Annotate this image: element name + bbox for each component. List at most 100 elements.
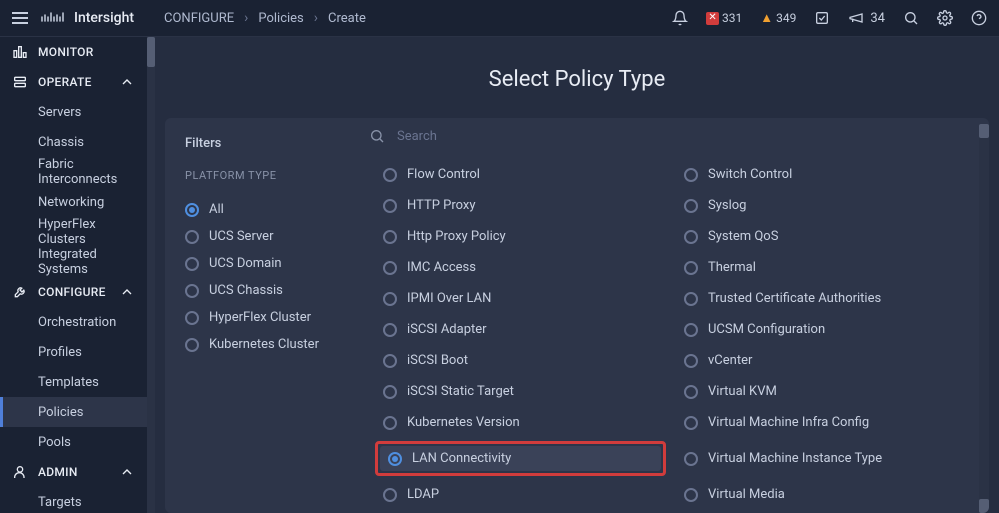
policy-type-label: vCenter (708, 353, 752, 368)
platform-type-label: All (209, 202, 224, 217)
megaphone-icon (848, 10, 864, 26)
radio-icon (684, 354, 698, 368)
bell-icon[interactable] (672, 10, 688, 26)
critical-count: 331 (722, 11, 742, 25)
sidebar-section-monitor[interactable]: MONITOR (0, 37, 147, 67)
policy-type-kubernetes-version[interactable]: Kubernetes Version (375, 410, 666, 435)
alerts-warning[interactable]: ▲ 349 (760, 10, 796, 26)
policy-type-ipmi-over-lan[interactable]: IPMI Over LAN (375, 286, 666, 311)
sidebar-item-chassis[interactable]: Chassis (0, 127, 147, 157)
platform-type-hyperflex-cluster[interactable]: HyperFlex Cluster (185, 304, 333, 331)
platform-type-label: UCS Server (209, 229, 273, 244)
highlighted-selection: LAN Connectivity (375, 441, 666, 476)
radio-icon (684, 452, 698, 466)
sidebar-item-policies[interactable]: Policies (0, 397, 147, 427)
platform-type-ucs-server[interactable]: UCS Server (185, 223, 333, 250)
platform-type-all[interactable]: All (185, 196, 333, 223)
policy-type-trusted-certificate-authorities[interactable]: Trusted Certificate Authorities (676, 286, 967, 311)
radio-icon (684, 230, 698, 244)
help-icon[interactable] (971, 10, 987, 26)
platform-type-label: Kubernetes Cluster (209, 337, 319, 352)
policy-type-switch-control[interactable]: Switch Control (676, 162, 967, 187)
announcements[interactable]: 34 (848, 10, 885, 26)
radio-icon (684, 199, 698, 213)
gear-icon[interactable] (937, 10, 953, 26)
warning-count: 349 (776, 11, 796, 25)
alerts-critical[interactable]: ✕ 331 (706, 11, 742, 25)
hamburger-menu[interactable] (12, 9, 28, 27)
radio-icon (185, 338, 199, 352)
sidebar-scrollbar[interactable] (147, 37, 155, 513)
radio-icon (684, 168, 698, 182)
sidebar-item-pools[interactable]: Pools (0, 427, 147, 457)
policy-type-iscsi-adapter[interactable]: iSCSI Adapter (375, 317, 666, 342)
sidebar-item-hyperflex-clusters[interactable]: HyperFlex Clusters (0, 217, 147, 247)
policy-type-virtual-kvm[interactable]: Virtual KVM (676, 379, 967, 404)
cisco-icon (40, 10, 66, 26)
breadcrumb-separator (244, 10, 248, 26)
task-check-icon[interactable] (814, 10, 830, 26)
policy-scrollbar[interactable] (979, 124, 989, 513)
policy-type-iscsi-static-target[interactable]: iSCSI Static Target (375, 379, 666, 404)
filters-panel: Filters PLATFORM TYPE AllUCS ServerUCS D… (165, 118, 353, 513)
policy-type-lan-connectivity[interactable]: LAN Connectivity (380, 446, 661, 471)
brand-name: Intersight (74, 10, 134, 26)
policy-type-ldap[interactable]: LDAP (375, 482, 666, 507)
sidebar-section-configure[interactable]: CONFIGURE (0, 277, 147, 307)
policy-type-thermal[interactable]: Thermal (676, 255, 967, 280)
sidebar-item-orchestration[interactable]: Orchestration (0, 307, 147, 337)
policy-type-syslog[interactable]: Syslog (676, 193, 967, 218)
admin-icon (12, 464, 28, 480)
sidebar-item-servers[interactable]: Servers (0, 97, 147, 127)
platform-type-ucs-domain[interactable]: UCS Domain (185, 250, 333, 277)
announce-count: 34 (870, 11, 885, 26)
policy-type-label: iSCSI Adapter (407, 322, 487, 337)
search-icon[interactable] (903, 10, 919, 26)
policy-type-label: iSCSI Static Target (407, 384, 514, 399)
policy-type-vcenter[interactable]: vCenter (676, 348, 967, 373)
policy-type-http-proxy-policy[interactable]: Http Proxy Policy (375, 224, 666, 249)
sidebar-item-templates[interactable]: Templates (0, 367, 147, 397)
breadcrumb-policies[interactable]: Policies (258, 11, 303, 26)
policy-type-label: Virtual Media (708, 487, 785, 502)
sidebar-item-targets[interactable]: Targets (0, 487, 147, 513)
radio-icon (684, 323, 698, 337)
monitor-icon (12, 44, 28, 60)
sidebar-label: OPERATE (38, 75, 92, 89)
platform-type-kubernetes-cluster[interactable]: Kubernetes Cluster (185, 331, 333, 358)
policy-type-flow-control[interactable]: Flow Control (375, 162, 666, 187)
policy-type-system-qos[interactable]: System QoS (676, 224, 967, 249)
policy-type-imc-access[interactable]: IMC Access (375, 255, 666, 280)
platform-type-ucs-chassis[interactable]: UCS Chassis (185, 277, 333, 304)
policy-type-virtual-machine-infra-config[interactable]: Virtual Machine Infra Config (676, 410, 967, 435)
breadcrumb-create: Create (328, 11, 366, 26)
policy-type-label: LDAP (407, 487, 439, 502)
policy-type-http-proxy[interactable]: HTTP Proxy (375, 193, 666, 218)
radio-icon (383, 416, 397, 430)
policy-type-iscsi-boot[interactable]: iSCSI Boot (375, 348, 666, 373)
radio-icon (383, 168, 397, 182)
sidebar-section-operate[interactable]: OPERATE (0, 67, 147, 97)
sidebar-section-admin[interactable]: ADMIN (0, 457, 147, 487)
sidebar-item-integrated-systems[interactable]: Integrated Systems (0, 247, 147, 277)
policy-type-label: HTTP Proxy (407, 198, 476, 213)
policy-type-ucsm-configuration[interactable]: UCSM Configuration (676, 317, 967, 342)
radio-icon (684, 416, 698, 430)
policy-type-virtual-media[interactable]: Virtual Media (676, 482, 967, 507)
policy-type-label: Virtual KVM (708, 384, 777, 399)
sidebar-item-fabric-interconnects[interactable]: Fabric Interconnects (0, 157, 147, 187)
policy-search-input[interactable] (397, 129, 973, 144)
sidebar-item-networking[interactable]: Networking (0, 187, 147, 217)
policy-type-label: Virtual Machine Infra Config (708, 415, 869, 430)
brand-logo: Intersight (40, 10, 134, 26)
chevron-up-icon (119, 74, 135, 90)
policy-type-label: System QoS (708, 229, 778, 244)
warning-icon: ▲ (760, 10, 773, 26)
radio-icon (383, 199, 397, 213)
chevron-up-icon (119, 464, 135, 480)
breadcrumb-configure[interactable]: CONFIGURE (164, 11, 234, 26)
radio-icon (185, 230, 199, 244)
policy-type-virtual-machine-instance-type[interactable]: Virtual Machine Instance Type (676, 441, 967, 476)
sidebar-item-profiles[interactable]: Profiles (0, 337, 147, 367)
policy-type-label: UCSM Configuration (708, 322, 825, 337)
